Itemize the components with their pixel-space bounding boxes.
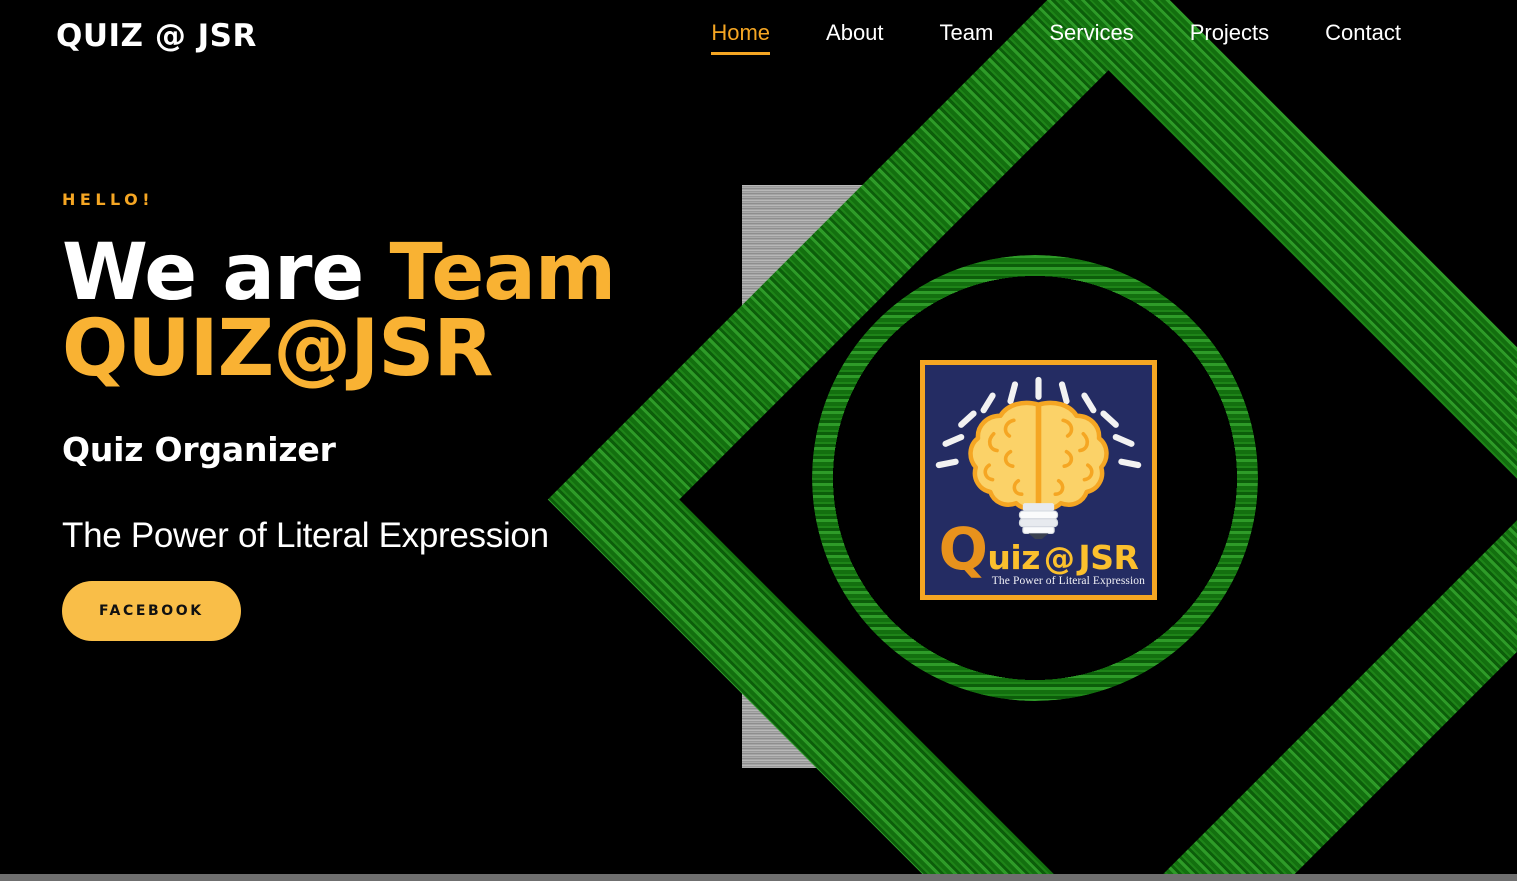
brushed-metal-square-frame-icon — [742, 185, 1327, 768]
logo-wordmark-main: Q uiz @ JSR — [938, 514, 1139, 583]
brand-logo-text[interactable]: QUIZ @ JSR — [56, 18, 257, 54]
logo-text-uiz: uiz — [987, 537, 1040, 577]
main-navigation: Home About Team Services Projects Contac… — [683, 20, 1429, 55]
page-root: QUIZ @ JSR Home About Team Services Proj… — [0, 0, 1517, 881]
logo-at-symbol: @ — [1043, 540, 1075, 577]
site-header: QUIZ @ JSR Home About Team Services Proj… — [0, 0, 1517, 76]
green-diamond-cutout — [679, 70, 1517, 881]
nav-item-home-label: Home — [711, 20, 771, 45]
hero-headline-line-1: We are Team — [62, 234, 702, 312]
nav-item-team[interactable]: Team — [912, 20, 1022, 46]
logo-tagline: The Power of Literal Expression — [991, 574, 1145, 587]
nav-item-home[interactable]: Home — [683, 20, 798, 55]
logo-wordmark: Q uiz @ JSR The Power of Literal Express… — [925, 514, 1152, 588]
facebook-button[interactable]: FACEBOOK — [62, 580, 241, 641]
hero-graphic: Q uiz @ JSR The Power of Literal Express… — [547, 0, 1517, 881]
nav-item-services[interactable]: Services — [1021, 20, 1161, 46]
hero-eyebrow: HELLO! — [62, 190, 155, 209]
green-circle-ring-icon — [812, 255, 1258, 701]
horizontal-scrollbar[interactable] — [0, 874, 1517, 881]
hero-headline-line-2: QUIZ@JSR — [62, 304, 493, 395]
nav-item-projects[interactable]: Projects — [1162, 20, 1297, 46]
nav-active-underline — [711, 52, 771, 55]
nav-item-about[interactable]: About — [798, 20, 912, 46]
nav-item-contact[interactable]: Contact — [1297, 20, 1429, 46]
quiz-jsr-logo-card: Q uiz @ JSR The Power of Literal Express… — [920, 360, 1157, 600]
logo-text-jsr: JSR — [1078, 537, 1139, 577]
metal-frame-inner-cutout — [805, 248, 1265, 706]
hero-section: HELLO! We are Team QUIZ@JSR Quiz Organiz… — [62, 190, 702, 641]
hero-subtitle: Quiz Organizer — [62, 429, 336, 469]
logo-letter-q: Q — [938, 514, 988, 583]
hero-tagline: The Power of Literal Expression — [62, 515, 549, 555]
brain-lightbulb-icon — [925, 371, 1152, 539]
